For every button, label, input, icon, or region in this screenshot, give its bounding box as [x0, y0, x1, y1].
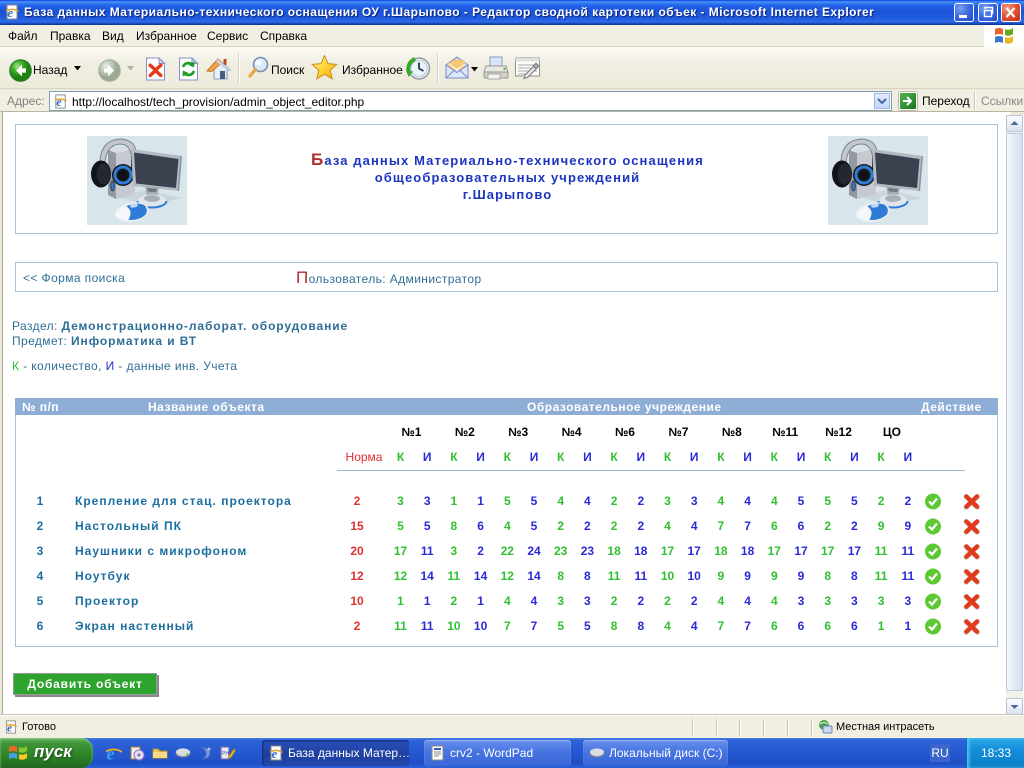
svg-text:e: e [107, 745, 115, 761]
svg-text:e: e [7, 5, 13, 20]
svg-text:e: e [56, 95, 62, 109]
svg-text:e: e [272, 746, 278, 761]
